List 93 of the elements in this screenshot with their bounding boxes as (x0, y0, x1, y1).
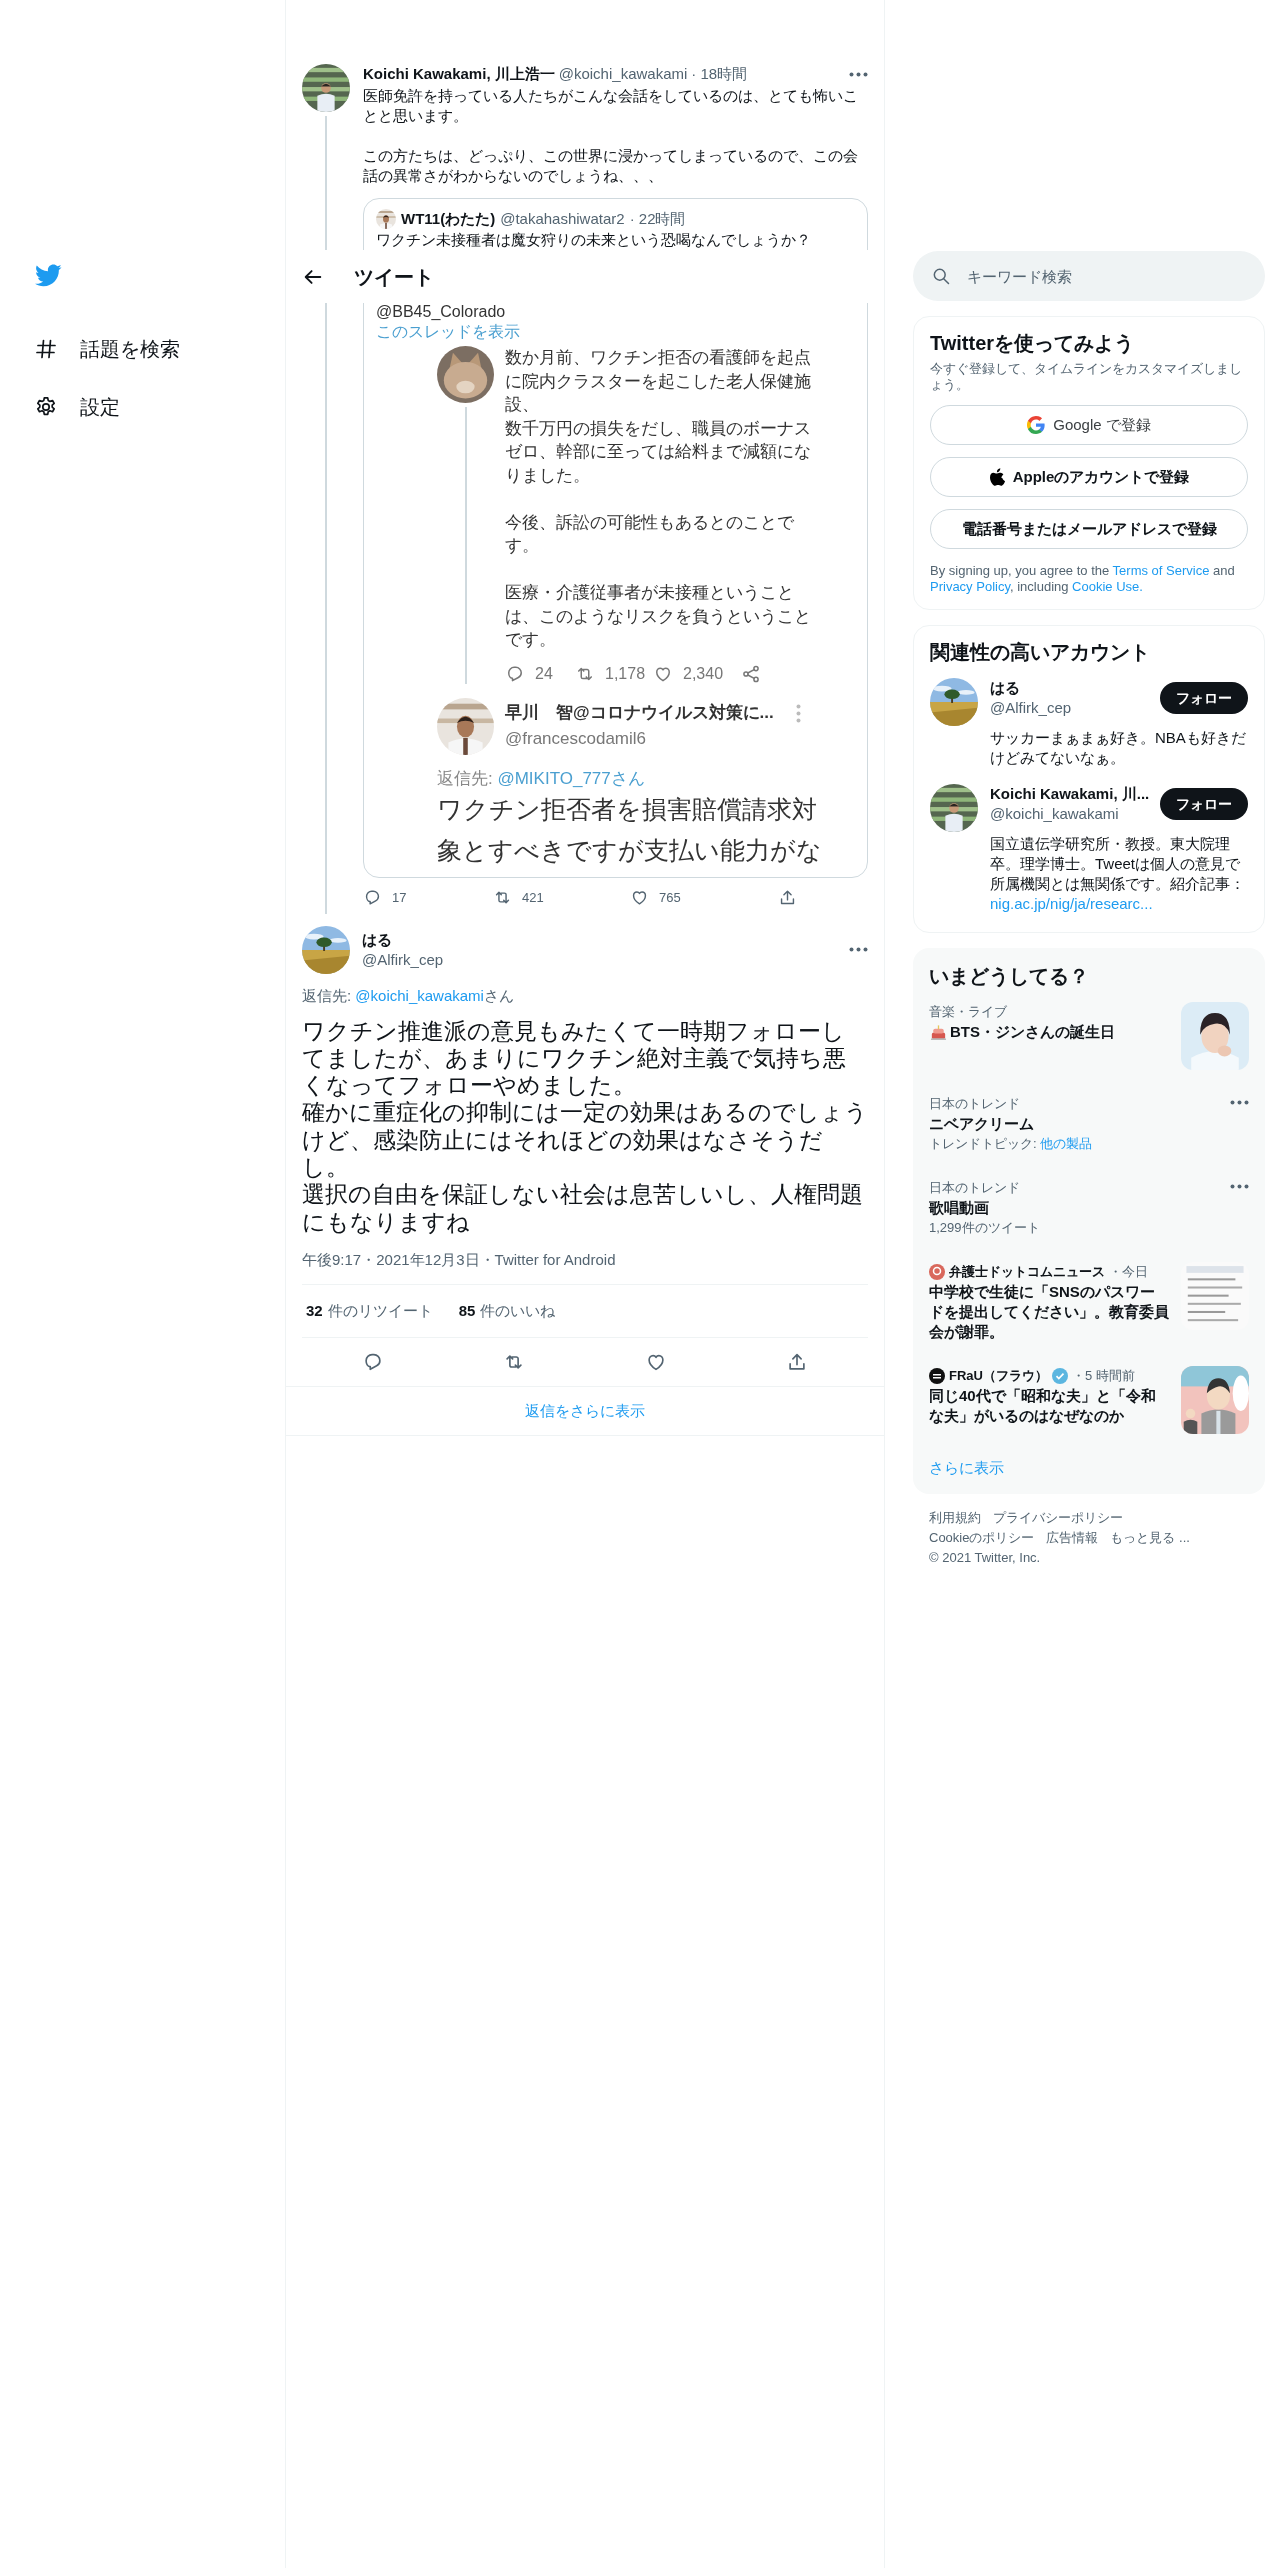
like-count: 2,340 (683, 663, 724, 684)
trend-meta: 1,299件のツイート (929, 1219, 1041, 1237)
author-handle: @BB45_Colorado (376, 302, 507, 322)
legal-text: By signing up, you agree to the Terms of Service and Privacy Policy, including Cookie Use. (930, 563, 1236, 595)
trend-title: ニベアクリーム (929, 1114, 1035, 1134)
nav-link[interactable]: 設定 (80, 393, 120, 421)
mention-link: @MIKITO_777さん (497, 768, 645, 788)
news-time: ・今日 (1109, 1263, 1148, 1281)
count-label[interactable]: 件のいいね (480, 1300, 556, 1321)
author-handle: @Alfirk_cep (362, 949, 444, 970)
account-name: はる (990, 678, 1021, 698)
account-name: Koichi Kawakami, 川... (990, 784, 1148, 804)
trend-category: 日本のトレンド (929, 1095, 1021, 1113)
search-icon (931, 266, 951, 286)
trend-category: 日本のトレンド (929, 1179, 1021, 1197)
page-title: ツイート (354, 266, 434, 287)
count-value: 85 (458, 1300, 476, 1321)
trend-title: BTS・ジンさんの誕生日 (950, 1022, 1115, 1042)
more-icon[interactable] (849, 947, 868, 952)
author-name: Koichi Kawakami, 川上浩一 (363, 64, 555, 84)
post-meta: 午後9:17・2021年12月3日・Twitter for Android (302, 1249, 617, 1270)
google-signup-button[interactable]: Google で登録 (930, 405, 1248, 445)
footer-link[interactable]: プライバシーポリシー (993, 1510, 1123, 1525)
card-subtitle: 今すぐ登録して、タイムラインをカスタマイズしましょう。 (930, 361, 1243, 393)
trend-category: 音楽・ライブ (929, 1003, 1008, 1021)
thread-link: このスレッドを表示 (376, 322, 521, 342)
news-source-icon (929, 1368, 945, 1384)
reply-icon[interactable] (363, 888, 382, 907)
search-field[interactable]: キーワード検索 (913, 251, 1265, 301)
bird-icon[interactable] (34, 264, 62, 288)
card-title: 関連性の高いアカウント (930, 640, 1151, 665)
author-handle: @takahashiwatar2 (500, 209, 625, 229)
hash-icon[interactable] (34, 337, 58, 361)
reply-count: 24 (535, 663, 553, 684)
news-time: ・5 時間前 (1071, 1367, 1135, 1385)
like-icon[interactable] (630, 888, 649, 907)
account-handle: @Alfirk_cep (990, 698, 1073, 718)
news-source: FRaU（フラウ） (949, 1367, 1048, 1385)
trend-title: 歌唱動画 (929, 1198, 990, 1218)
share-icon (741, 663, 761, 684)
author-handle: @koichi_kawakami (558, 64, 688, 84)
tweet-text: ワクチン未接種者は魔女狩りの未来という恐喝なんでしょうか？ (376, 230, 812, 250)
card-title: Twitterを使ってみよう (930, 331, 1136, 356)
tweet-text: ワクチン推進派の意見もみたくて一時期フォローしてましたが、あまりにワクチン絶対主義で気持ち悪くなってフォローやめました。 (302, 1017, 847, 1100)
post-time: · 22時間 (629, 209, 686, 229)
post-text: 今後、訴訟の可能性もあるとのことです。 (505, 511, 795, 557)
retweet-count: 1,178 (605, 663, 646, 684)
news-headline: 同じ40代で「昭和な夫」と「令和な夫」がいるのはなぜなのか (929, 1386, 1157, 1426)
tweet-text: この方たちは、どっぷり、この世界に浸かってしまっているので、この会話の異常さがわからないのでしょうね、、、 (363, 146, 859, 186)
apple-signup-button[interactable]: Appleのアカウントで登録 (930, 457, 1248, 497)
post-text: 数か月前、ワクチン拒否の看護師を起点に院内クラスターを起こした老人保健施設、 (505, 347, 812, 416)
phone-signup-button[interactable]: 電話番号またはメールアドレスで登録 (930, 509, 1248, 549)
apple-icon (988, 468, 1005, 486)
follow-button[interactable]: フォロー (1160, 682, 1248, 714)
count-label[interactable]: 件のリツイート (327, 1300, 433, 1321)
reply-count: 17 (392, 888, 407, 907)
share-icon[interactable] (778, 888, 797, 907)
reply-context: 返信先: @koichi_kawakamiさん (302, 985, 515, 1006)
google-icon (1027, 416, 1046, 434)
card-title: いまどうしてる？ (929, 964, 1090, 989)
account-bio: 国立遺伝学研究所・教授。東大院理卒。理学博士。Tweetは個人の意見で所属機関とは無関係です。紹介記事： nig.ac.jp/nig/ja/researc... (990, 834, 1246, 914)
post-text: 医療・介護従事者が未接種ということは、このようなリスクを負うということです。 (505, 582, 812, 651)
cake-icon (929, 1022, 948, 1042)
author-handle: @francescodamil6 (505, 729, 648, 749)
more-icon[interactable] (1230, 1100, 1249, 1105)
post-time: · 18時間 (691, 64, 748, 84)
trend-meta: トレンドトピック: 他の製品 (929, 1135, 1094, 1153)
like-count: 765 (659, 888, 681, 907)
tweet-text: 医師免許を持っている人たちがこんな会話をしているのは、とても怖いことと思います。 (363, 86, 859, 126)
count-value: 32 (306, 1300, 323, 1321)
more-icon[interactable] (1230, 1184, 1249, 1189)
follow-button[interactable]: フォロー (1160, 788, 1248, 820)
news-source: 弁護士ドットコムニュース (949, 1263, 1105, 1281)
news-source-icon (929, 1264, 945, 1280)
tweet-text: 選択の自由を保証しない社会は息苦しいし、人権問題にもなりますね (302, 1181, 864, 1236)
tweet-text: 確かに重症化の抑制には一定の効果はあるのでしょうけど、感染防止にはそれほどの効果はなさそうだし。 (302, 1099, 868, 1182)
more-icon[interactable] (849, 71, 868, 77)
post-text: ワクチン拒否者を損害賠償請求対象とすべきですが支払い能力がな (437, 793, 823, 866)
footer-link[interactable]: もっと見る ... (1110, 1530, 1190, 1545)
copyright-text: © 2021 Twitter, Inc. (929, 1549, 1042, 1567)
reply-context: 返信先: @MIKITO_777さん (437, 768, 646, 789)
retweet-count: 421 (522, 888, 544, 907)
nav-link[interactable]: 話題を検索 (80, 335, 180, 363)
footer-link[interactable]: 広告情報 (1046, 1530, 1099, 1545)
footer-link[interactable]: 利用規約 (929, 1510, 981, 1525)
footer-link[interactable]: Cookieのポリシー (929, 1530, 1035, 1545)
account-bio: サッカーまぁまぁ好き。NBAも好きだけどみてないなぁ。 (990, 728, 1247, 768)
author-name: はる (362, 929, 393, 950)
post-text: 数千万円の損失をだし、職員のボーナスゼロ、幹部に至っては給料まで減額になりました。 (505, 417, 812, 487)
author-name: 早川 智@コロナウイルス対策に... (505, 703, 774, 723)
account-handle: @koichi_kawakami (990, 804, 1120, 824)
news-headline: 中学校で生徒に「SNSのパスワードを提出してください」。教育委員会が謝罪。 (929, 1282, 1169, 1342)
author-name: WT11(わたた) (401, 209, 496, 229)
